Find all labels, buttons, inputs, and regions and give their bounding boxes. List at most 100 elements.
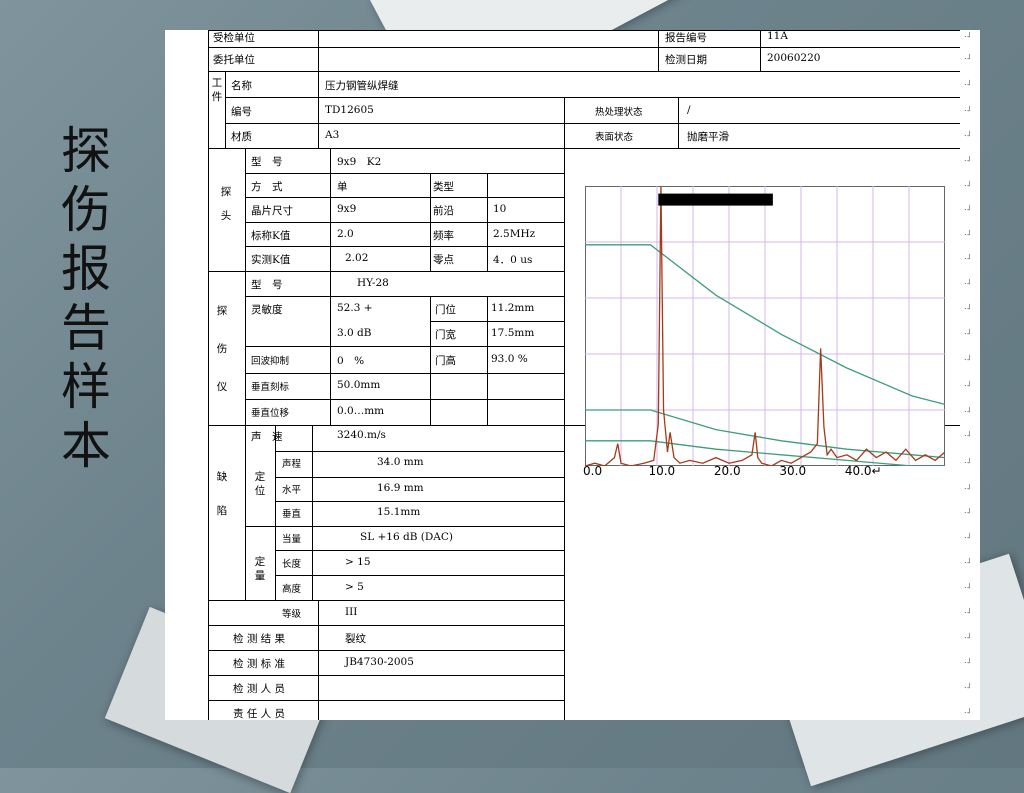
slide-title-char: 样	[61, 358, 111, 416]
unit-label: 受检单位	[213, 32, 255, 44]
height-value: > 5	[345, 581, 364, 593]
responsible-label: 责 任 人 员	[233, 708, 286, 720]
paragraph-mark: .˩	[964, 581, 971, 590]
path-label: 声程	[282, 459, 302, 470]
name-label: 名称	[231, 80, 252, 92]
k-measured-label: 实测K值	[251, 254, 291, 266]
length-label: 长度	[282, 559, 302, 570]
zero-label: 零点	[433, 254, 454, 266]
paragraph-mark: .˩	[964, 277, 971, 286]
path-value: 34.0 mm	[377, 456, 424, 468]
front-value: 10	[493, 203, 507, 215]
probe-group-label: 探头	[220, 186, 232, 222]
mode-label: 方 式	[251, 181, 283, 193]
instrument-group-label: 探伤仪	[216, 305, 228, 393]
chip-size-value: 9x9	[337, 203, 357, 215]
k-nominal-value: 2.0	[337, 228, 354, 240]
height-label: 高度	[282, 584, 302, 595]
vertical-offset-value: 0.0…mm	[337, 405, 385, 417]
paragraph-mark: .˩	[964, 302, 971, 311]
defect-group-label: 缺陷	[216, 471, 228, 517]
frequency-value: 2.5MHz	[493, 228, 536, 240]
material-label: 材质	[231, 131, 252, 143]
vertical-value: 15.1mm	[377, 506, 421, 518]
x-tick-label: 30.0	[779, 464, 807, 478]
paragraph-mark: .˩	[964, 179, 971, 188]
gate-height-label: 门高	[435, 355, 456, 367]
paragraph-mark: .˩	[964, 104, 971, 113]
frequency-label: 频率	[433, 230, 454, 242]
paragraph-mark: .˩	[964, 606, 971, 615]
paragraph-mark: .˩	[964, 252, 971, 261]
report-no-label: 报告编号	[665, 32, 707, 44]
slide-title-char: 探	[61, 122, 111, 180]
paragraph-mark: .˩	[964, 706, 971, 715]
quantify-label: 定量	[254, 556, 266, 582]
grade-label: 等级	[282, 609, 302, 620]
gate-position-label: 门位	[435, 304, 456, 316]
mode-value: 单	[337, 181, 348, 193]
paragraph-mark: .˩	[964, 327, 971, 336]
heat-treatment-label: 热处理状态	[595, 107, 643, 118]
vertical-scale-value: 50.0mm	[337, 379, 381, 391]
vertical-label: 垂直	[282, 509, 302, 520]
name-value: 压力钢管纵焊缝	[325, 80, 399, 92]
id-label: 编号	[231, 106, 252, 118]
slide-title-char: 伤	[61, 181, 111, 239]
paragraph-mark: .˩	[964, 429, 971, 438]
sensitivity-label: 灵敏度	[251, 304, 283, 316]
zero-value: 4．0 us	[493, 254, 533, 266]
paragraph-mark: .˩	[964, 531, 971, 540]
locate-label: 定位	[254, 471, 266, 497]
k-nominal-label: 标称K值	[251, 230, 291, 242]
paragraph-mark: .˩	[964, 154, 971, 163]
sensitivity-value-db: 3.0 dB	[337, 327, 372, 339]
inspection-report: 受检单位 报告编号 11A 委托单位 检测日期 20060220 工件 名称 压…	[165, 30, 980, 720]
slide-title: 探 伤 报 告 样 本	[54, 122, 118, 476]
heat-treatment-value: /	[687, 104, 691, 116]
paragraph-mark: .˩	[964, 405, 971, 414]
gate-width-label: 门宽	[435, 329, 456, 341]
ascan-chart	[584, 185, 946, 467]
standard-label: 检 测 标 准	[233, 658, 286, 670]
x-tick-label: 10.0	[648, 464, 676, 478]
paragraph-mark: .˩	[964, 456, 971, 465]
id-value: TD12605	[325, 104, 374, 116]
workpiece-group-label: 工件	[211, 77, 223, 103]
k-measured-value: 2.02	[345, 252, 369, 264]
length-value: > 15	[345, 556, 371, 568]
paragraph-mark: .˩	[964, 353, 971, 362]
result-label: 检 测 结 果	[233, 633, 286, 645]
sensitivity-value: 52.3 +	[337, 302, 373, 314]
velocity-label: 声 速	[251, 431, 283, 443]
paragraph-mark: .˩	[964, 681, 971, 690]
front-label: 前沿	[433, 205, 454, 217]
paragraph-mark: .˩	[964, 631, 971, 640]
result-value: 裂纹	[345, 633, 366, 645]
report-no-value: 11A	[767, 30, 788, 42]
paragraph-mark: .˩	[964, 506, 971, 515]
client-label: 委托单位	[213, 54, 255, 66]
instrument-model-value: HY-28	[357, 277, 389, 289]
inspector-label: 检 测 人 员	[233, 683, 286, 695]
paragraph-mark: .˩	[964, 78, 971, 87]
gate-bar	[658, 193, 773, 206]
gate-width-value: 17.5mm	[491, 327, 535, 339]
paragraph-mark: .˩	[964, 556, 971, 565]
equivalent-value: SL +16 dB (DAC)	[360, 531, 454, 543]
chip-size-label: 晶片尺寸	[251, 205, 293, 217]
instrument-model-label: 型 号	[251, 279, 283, 291]
probe-model-value: 9x9 K2	[337, 156, 382, 168]
paragraph-marks: .˩ .˩ .˩ .˩ .˩ .˩ .˩ .˩ .˩ .˩ .˩ .˩ .˩ .˩ .˩ .˩ .˩ .˩ .˩ .˩…	[960, 30, 980, 720]
paragraph-mark: .˩	[964, 228, 971, 237]
ascan-chart-svg	[584, 185, 946, 467]
equivalent-label: 当量	[282, 534, 302, 545]
paragraph-mark: .˩	[964, 379, 971, 388]
probe-model-label: 型 号	[251, 156, 283, 168]
date-value: 20060220	[767, 52, 821, 64]
standard-value: JB4730-2005	[345, 656, 414, 668]
velocity-value: 3240.m/s	[337, 429, 386, 441]
paragraph-mark: .˩	[964, 656, 971, 665]
material-value: A3	[325, 129, 340, 141]
surface-value: 抛磨平滑	[687, 131, 729, 143]
